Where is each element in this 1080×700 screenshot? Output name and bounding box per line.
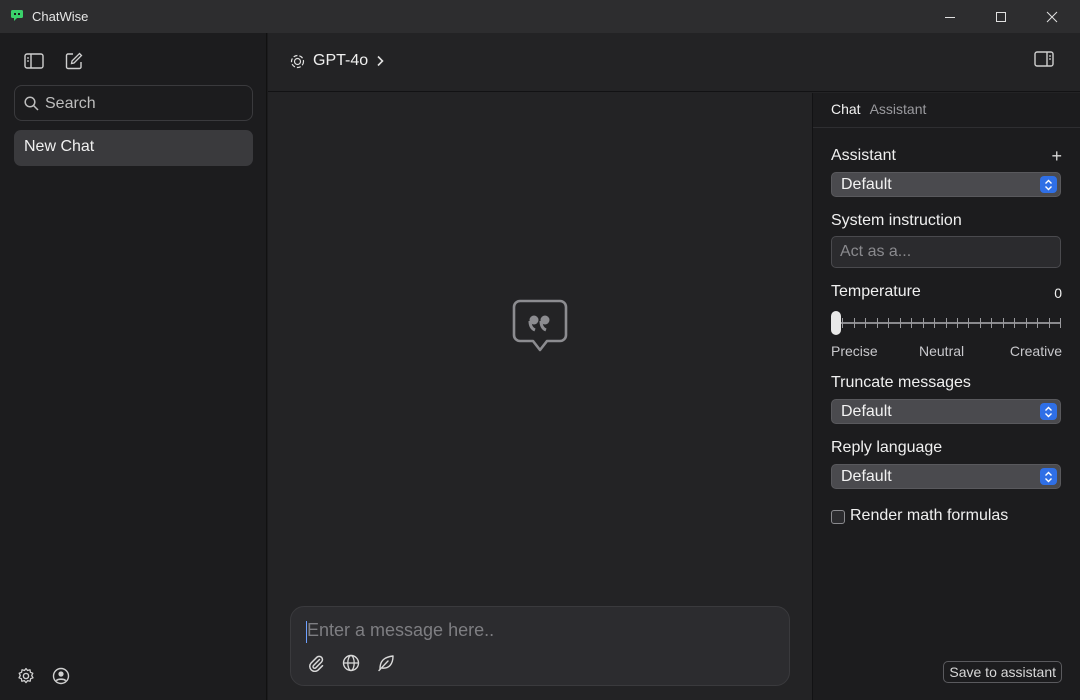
search-placeholder: Search — [45, 95, 96, 112]
chat-list-item[interactable]: New Chat — [14, 130, 253, 166]
assistant-select-value: Default — [841, 176, 892, 193]
message-composer[interactable]: Enter a message here.. — [290, 606, 790, 686]
compose-icon — [65, 52, 83, 70]
title-bar: ChatWise — [0, 0, 1080, 33]
message-input[interactable]: Enter a message here.. — [307, 620, 494, 641]
reply-language-select[interactable]: Default — [831, 464, 1061, 489]
paperclip-icon — [309, 655, 324, 672]
slider-tick — [934, 318, 935, 328]
slider-tick — [968, 318, 969, 328]
window-title: ChatWise — [32, 9, 89, 24]
leaf-icon — [378, 655, 394, 672]
panel-tabs: Chat Assistant — [831, 101, 926, 117]
tab-chat[interactable]: Chat — [831, 101, 861, 117]
truncate-select[interactable]: Default — [831, 399, 1061, 424]
account-button[interactable] — [50, 665, 72, 687]
slider-tick — [911, 318, 912, 328]
slider-tick — [1049, 318, 1050, 328]
temperature-label: Temperature — [831, 283, 921, 300]
slider-tick — [1014, 318, 1015, 328]
select-arrows-icon — [1040, 176, 1057, 193]
attach-button[interactable] — [306, 653, 326, 673]
truncate-select-value: Default — [841, 403, 892, 420]
chat-area: Enter a message here.. — [268, 93, 812, 700]
toggle-sidebar-button[interactable] — [23, 50, 45, 72]
minimize-button[interactable] — [924, 0, 976, 33]
model-selector[interactable]: GPT-4o — [290, 52, 384, 70]
select-arrows-icon — [1040, 403, 1057, 420]
add-assistant-button[interactable]: + — [1051, 146, 1062, 167]
right-panel-icon — [1034, 51, 1054, 67]
chat-header: GPT-4o — [268, 33, 1080, 92]
maximize-button[interactable] — [975, 0, 1027, 33]
chevron-right-icon — [377, 55, 384, 67]
scale-label-creative: Creative — [1009, 343, 1062, 359]
render-math-checkbox[interactable] — [831, 510, 845, 524]
web-search-button[interactable] — [341, 653, 361, 673]
truncate-label: Truncate messages — [831, 374, 971, 391]
temperature-value: 0 — [1054, 285, 1062, 301]
user-icon — [52, 667, 70, 685]
slider-tick — [991, 318, 992, 328]
maximize-icon — [996, 11, 1006, 22]
sidebar: Search New Chat — [0, 33, 267, 700]
slider-tick — [877, 318, 878, 328]
empty-chat-quote-icon — [512, 299, 568, 352]
close-icon — [1046, 11, 1058, 22]
slider-tick — [923, 318, 924, 328]
slider-tick — [900, 318, 901, 328]
main-area: GPT-4o Enter a message here.. Chat Assis… — [268, 33, 1080, 700]
eco-mode-button[interactable] — [376, 653, 396, 673]
new-chat-button[interactable] — [63, 50, 85, 72]
search-icon — [24, 96, 39, 111]
tab-assistant[interactable]: Assistant — [870, 101, 927, 117]
chat-list-item-label: New Chat — [24, 138, 95, 155]
chat-settings-panel: Chat Assistant Assistant + Default Syste… — [812, 93, 1080, 700]
slider-tick — [842, 318, 843, 328]
slider-tick — [1026, 318, 1027, 328]
slider-tick — [946, 318, 947, 328]
reply-language-select-value: Default — [841, 468, 892, 485]
close-button[interactable] — [1026, 0, 1078, 33]
slider-tick — [854, 318, 855, 328]
save-to-assistant-button[interactable]: Save to assistant — [943, 661, 1062, 683]
reply-language-label: Reply language — [831, 439, 943, 456]
slider-tick — [980, 318, 981, 328]
render-math-label: Render math formulas — [850, 507, 1009, 524]
system-instruction-label: System instruction — [831, 212, 962, 229]
minimize-icon — [945, 16, 955, 18]
system-instruction-placeholder: Act as a... — [840, 243, 912, 260]
slider-tick — [957, 318, 958, 328]
slider-tick — [888, 318, 889, 328]
globe-icon — [342, 654, 360, 672]
divider — [813, 127, 1080, 128]
settings-button[interactable] — [15, 665, 37, 687]
model-name: GPT-4o — [313, 52, 369, 69]
openai-logo-icon — [290, 54, 305, 68]
scale-label-precise: Precise — [831, 343, 878, 359]
app-logo-icon — [11, 10, 23, 21]
scale-label-neutral: Neutral — [919, 343, 965, 359]
sidebar-toggle-icon — [24, 53, 44, 69]
settings-icon — [18, 667, 34, 684]
slider-tick — [1037, 318, 1038, 328]
temperature-slider[interactable] — [831, 310, 1061, 336]
slider-tick — [1003, 318, 1004, 328]
slider-tick — [865, 318, 866, 328]
slider-tick — [1060, 318, 1061, 328]
select-arrows-icon — [1040, 468, 1057, 485]
system-instruction-input[interactable]: Act as a... — [831, 236, 1061, 268]
assistant-label: Assistant — [831, 147, 896, 164]
search-input[interactable]: Search — [14, 85, 253, 121]
slider-thumb[interactable] — [831, 311, 841, 335]
toggle-right-panel-button[interactable] — [1034, 51, 1054, 72]
assistant-select[interactable]: Default — [831, 172, 1061, 197]
